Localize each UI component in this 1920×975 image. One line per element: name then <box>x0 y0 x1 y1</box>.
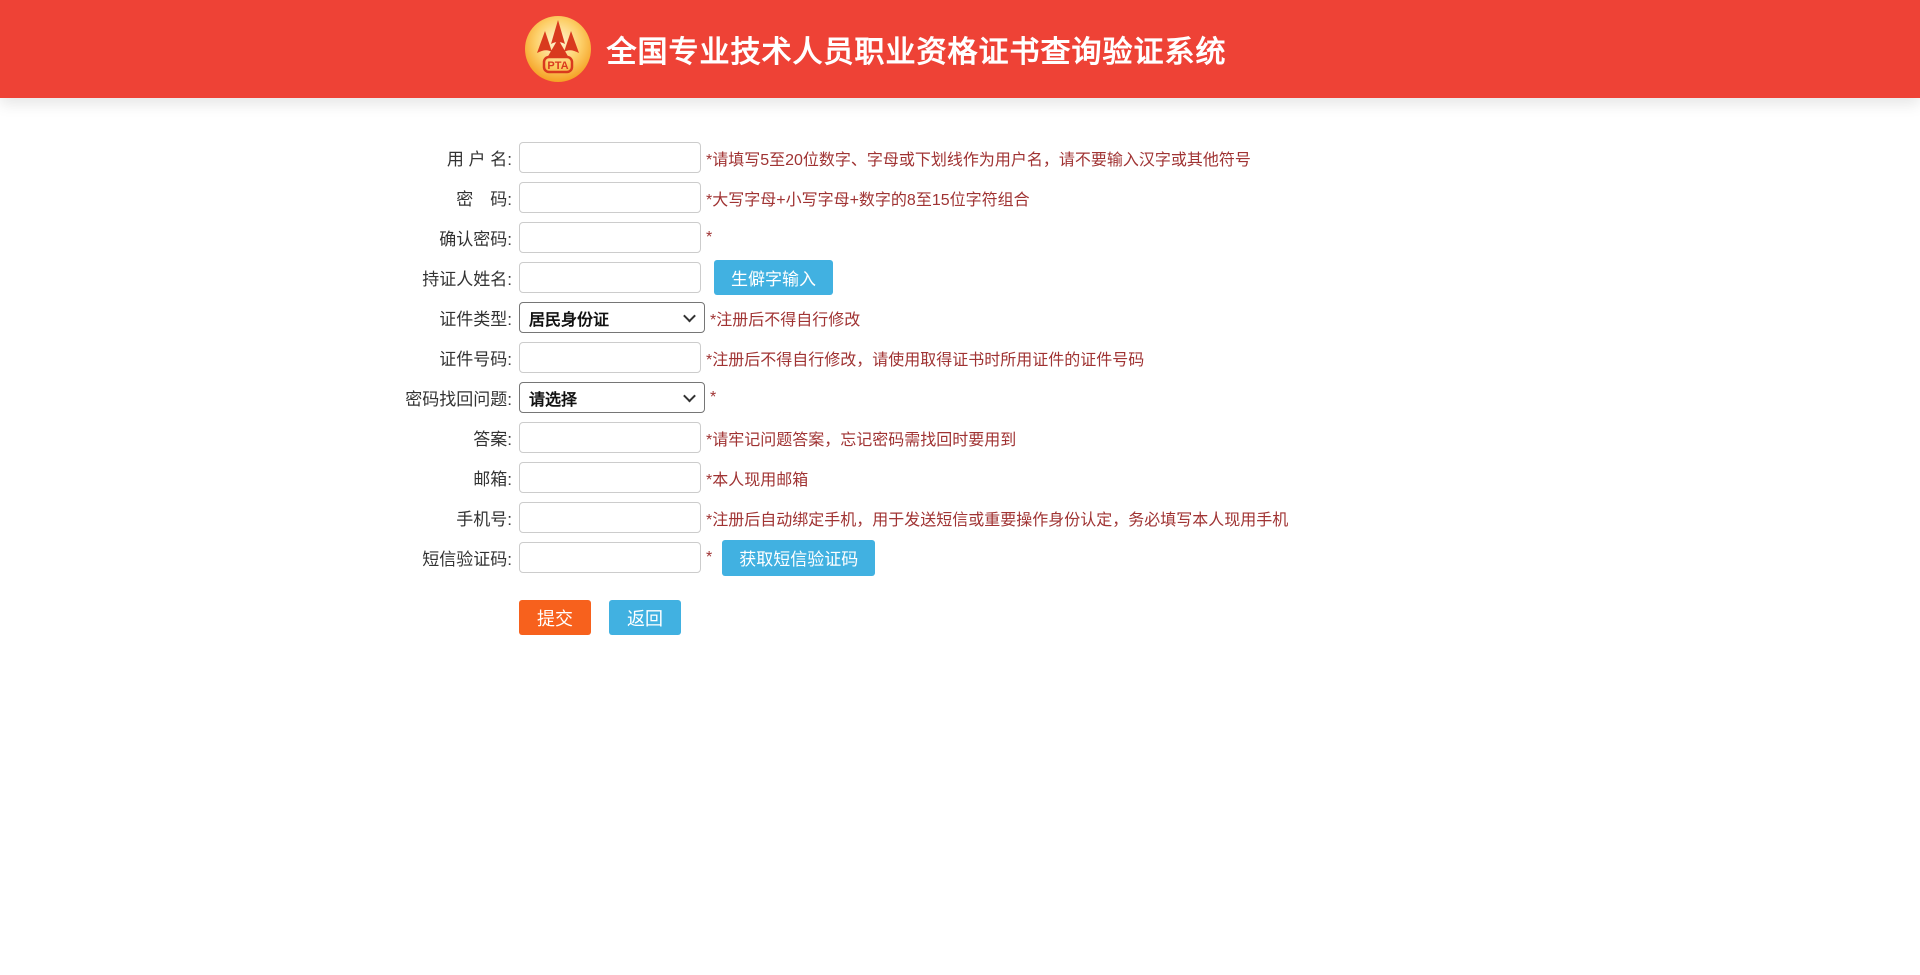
form-row-id-type: 证件类型: 居民身份证 *注册后不得自行修改 <box>0 302 1920 333</box>
form-row-holder-name: 持证人姓名: 生僻字输入 <box>0 262 1920 293</box>
header-brand: PTA 全国专业技术人员职业资格证书查询验证系统 <box>524 15 1227 83</box>
password-label: 密 码: <box>0 185 519 210</box>
id-type-hint: *注册后不得自行修改 <box>710 306 860 330</box>
phone-hint: *注册后自动绑定手机，用于发送短信或重要操作身份认定，务必填写本人现用手机 <box>706 506 1288 530</box>
form-row-sms-code: 短信验证码: * 获取短信验证码 <box>0 542 1920 573</box>
confirm-password-label: 确认密码: <box>0 225 519 250</box>
back-button[interactable]: 返回 <box>609 600 681 635</box>
answer-input[interactable] <box>519 422 701 453</box>
id-number-hint: *注册后不得自行修改，请使用取得证书时所用证件的证件号码 <box>706 346 1144 370</box>
email-field[interactable] <box>519 462 701 493</box>
id-type-label: 证件类型: <box>0 305 519 330</box>
holder-name-label: 持证人姓名: <box>0 265 519 290</box>
password-question-label: 密码找回问题: <box>0 385 519 410</box>
sms-code-required-star: * <box>706 549 712 567</box>
id-number-input[interactable] <box>519 342 701 373</box>
email-hint: *本人现用邮箱 <box>706 466 808 490</box>
submit-button[interactable]: 提交 <box>519 600 591 635</box>
form-row-username: 用 户 名: *请填写5至20位数字、字母或下划线作为用户名，请不要输入汉字或其… <box>0 142 1920 173</box>
id-type-select[interactable]: 居民身份证 <box>519 302 705 333</box>
phone-input[interactable] <box>519 502 701 533</box>
form-row-answer: 答案: *请牢记问题答案，忘记密码需找回时要用到 <box>0 422 1920 453</box>
chevron-down-icon <box>683 389 696 402</box>
form-row-password-question: 密码找回问题: 请选择 * <box>0 382 1920 413</box>
username-label: 用 户 名: <box>0 145 519 170</box>
app-header: PTA 全国专业技术人员职业资格证书查询验证系统 <box>0 0 1920 98</box>
sms-code-label: 短信验证码: <box>0 545 519 570</box>
rare-character-input-button[interactable]: 生僻字输入 <box>714 260 833 295</box>
password-question-selected-value: 请选择 <box>529 386 577 410</box>
id-number-label: 证件号码: <box>0 345 519 370</box>
answer-hint: *请牢记问题答案，忘记密码需找回时要用到 <box>706 426 1016 450</box>
password-hint: *大写字母+小写字母+数字的8至15位字符组合 <box>706 186 1030 210</box>
get-sms-code-button[interactable]: 获取短信验证码 <box>722 540 875 576</box>
id-type-selected-value: 居民身份证 <box>529 306 609 330</box>
svg-text:PTA: PTA <box>547 60 568 72</box>
sms-code-input[interactable] <box>519 542 701 573</box>
password-question-select[interactable]: 请选择 <box>519 382 705 413</box>
chevron-down-icon <box>683 309 696 322</box>
username-input[interactable] <box>519 142 701 173</box>
form-row-email: 邮箱: *本人现用邮箱 <box>0 462 1920 493</box>
page-title: 全国专业技术人员职业资格证书查询验证系统 <box>607 27 1227 71</box>
confirm-password-required-star: * <box>706 229 712 247</box>
password-input[interactable] <box>519 182 701 213</box>
form-row-phone: 手机号: *注册后自动绑定手机，用于发送短信或重要操作身份认定，务必填写本人现用… <box>0 502 1920 533</box>
form-actions: 提交 返回 <box>519 600 1920 635</box>
form-row-password: 密 码: *大写字母+小写字母+数字的8至15位字符组合 <box>0 182 1920 213</box>
confirm-password-input[interactable] <box>519 222 701 253</box>
form-row-confirm-password: 确认密码: * <box>0 222 1920 253</box>
pta-logo-icon: PTA <box>524 15 592 83</box>
username-hint: *请填写5至20位数字、字母或下划线作为用户名，请不要输入汉字或其他符号 <box>706 146 1251 170</box>
email-label: 邮箱: <box>0 465 519 490</box>
registration-form: 用 户 名: *请填写5至20位数字、字母或下划线作为用户名，请不要输入汉字或其… <box>0 98 1920 635</box>
password-question-required-star: * <box>710 389 716 407</box>
holder-name-input[interactable] <box>519 262 701 293</box>
phone-label: 手机号: <box>0 505 519 530</box>
answer-label: 答案: <box>0 425 519 450</box>
form-row-id-number: 证件号码: *注册后不得自行修改，请使用取得证书时所用证件的证件号码 <box>0 342 1920 373</box>
